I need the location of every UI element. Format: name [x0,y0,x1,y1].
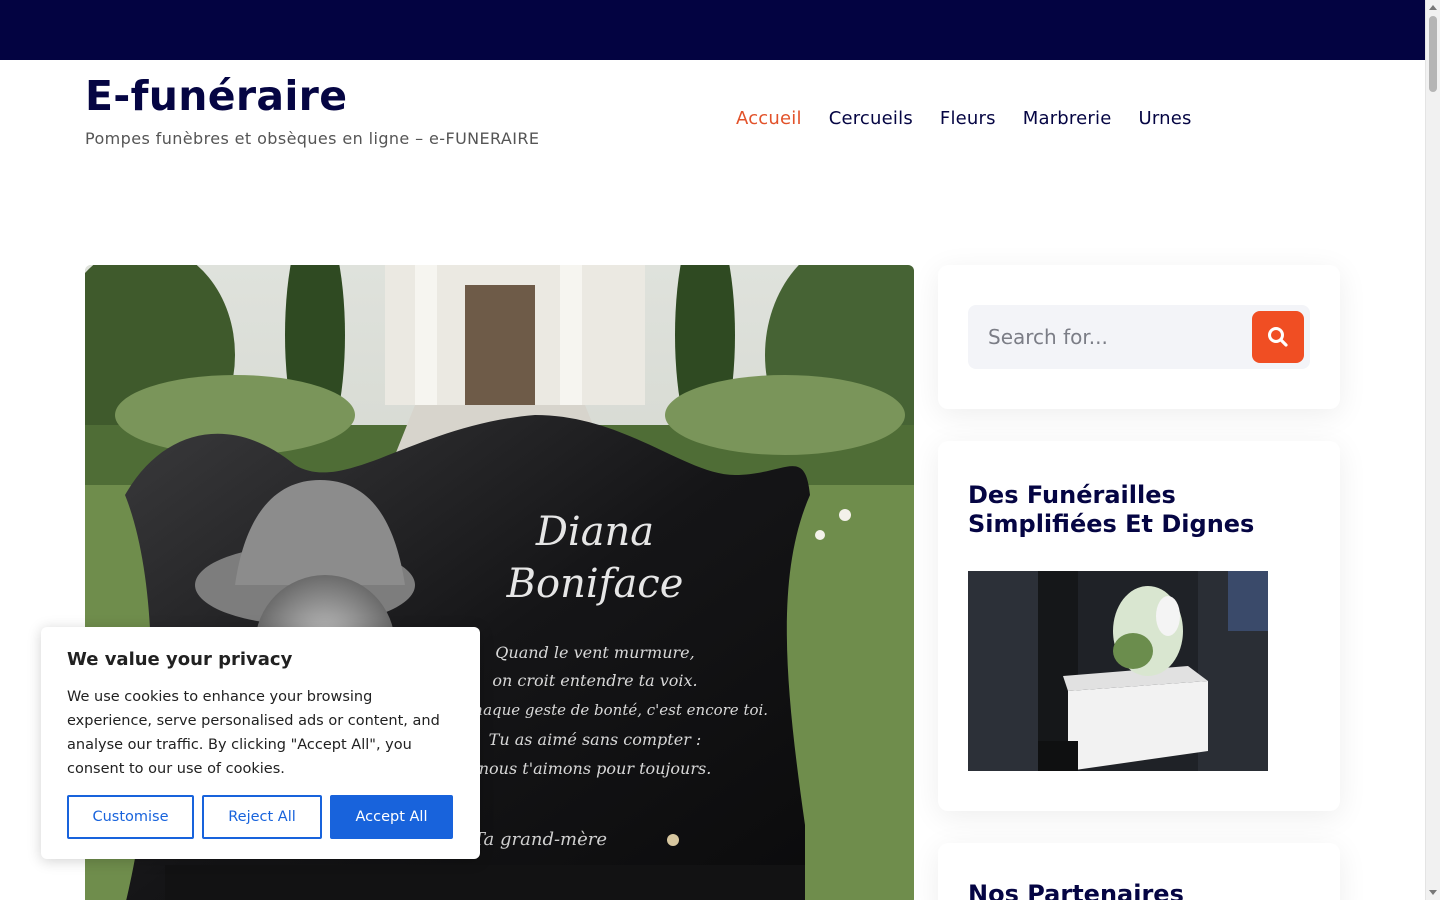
pallbearers-photo [968,571,1268,771]
search-widget [938,265,1340,409]
nav-item-cercueils[interactable]: Cercueils [829,108,913,130]
partners-widget: Nos Partenaires [938,843,1340,900]
widget-title: Des Funérailles Simplifiées Et Dignes [968,481,1255,538]
search-input[interactable] [968,305,1248,369]
plaque-poem-line5: nous t'aimons pour toujours. [479,759,712,778]
search-button[interactable] [1252,311,1304,363]
plaque-poem-line1: Quand le vent murmure, [495,643,694,662]
page-scrollbar[interactable] [1425,0,1440,900]
plaque-poem-line4: Tu as aimé sans compter : [489,730,702,749]
scrollbar-thumb[interactable] [1429,16,1437,92]
widget-image[interactable] [968,571,1268,771]
nav-item-urnes[interactable]: Urnes [1138,108,1191,130]
cookie-text: We use cookies to enhance your browsing … [67,689,440,777]
site-title[interactable]: E-funéraire [85,72,539,120]
cookie-consent-banner: We value your privacy We use cookies to … [41,627,480,859]
plaque-poem-line2: on croit entendre ta voix. [492,671,697,690]
scroll-down-arrow-icon[interactable] [1429,890,1437,895]
cookie-buttons: Customise Reject All Accept All [67,795,453,839]
reject-all-button[interactable]: Reject All [202,795,322,839]
cookie-title: We value your privacy [67,649,293,670]
nav-item-fleurs[interactable]: Fleurs [940,108,996,130]
accept-all-button[interactable]: Accept All [330,795,453,839]
search-box [968,305,1310,369]
plaque-name-line2: Boniface [506,561,684,607]
plaque-signature: Ta grand-mère [473,829,607,850]
scroll-up-arrow-icon[interactable] [1429,5,1437,10]
customise-button[interactable]: Customise [67,795,194,839]
search-icon [1268,327,1288,347]
main-navigation: Accueil Cercueils Fleurs Marbrerie Urnes [736,108,1219,130]
promo-widget: Des Funérailles Simplifiées Et Dignes [938,441,1340,811]
plaque-name-line1: Diana [535,509,654,555]
site-branding: E-funéraire Pompes funèbres et obsèques … [85,72,539,148]
top-bar [0,0,1425,60]
partners-title: Nos Partenaires [968,880,1184,900]
nav-item-accueil[interactable]: Accueil [736,108,802,130]
site-tagline: Pompes funèbres et obsèques en ligne – e… [85,129,540,148]
nav-item-marbrerie[interactable]: Marbrerie [1023,108,1112,130]
